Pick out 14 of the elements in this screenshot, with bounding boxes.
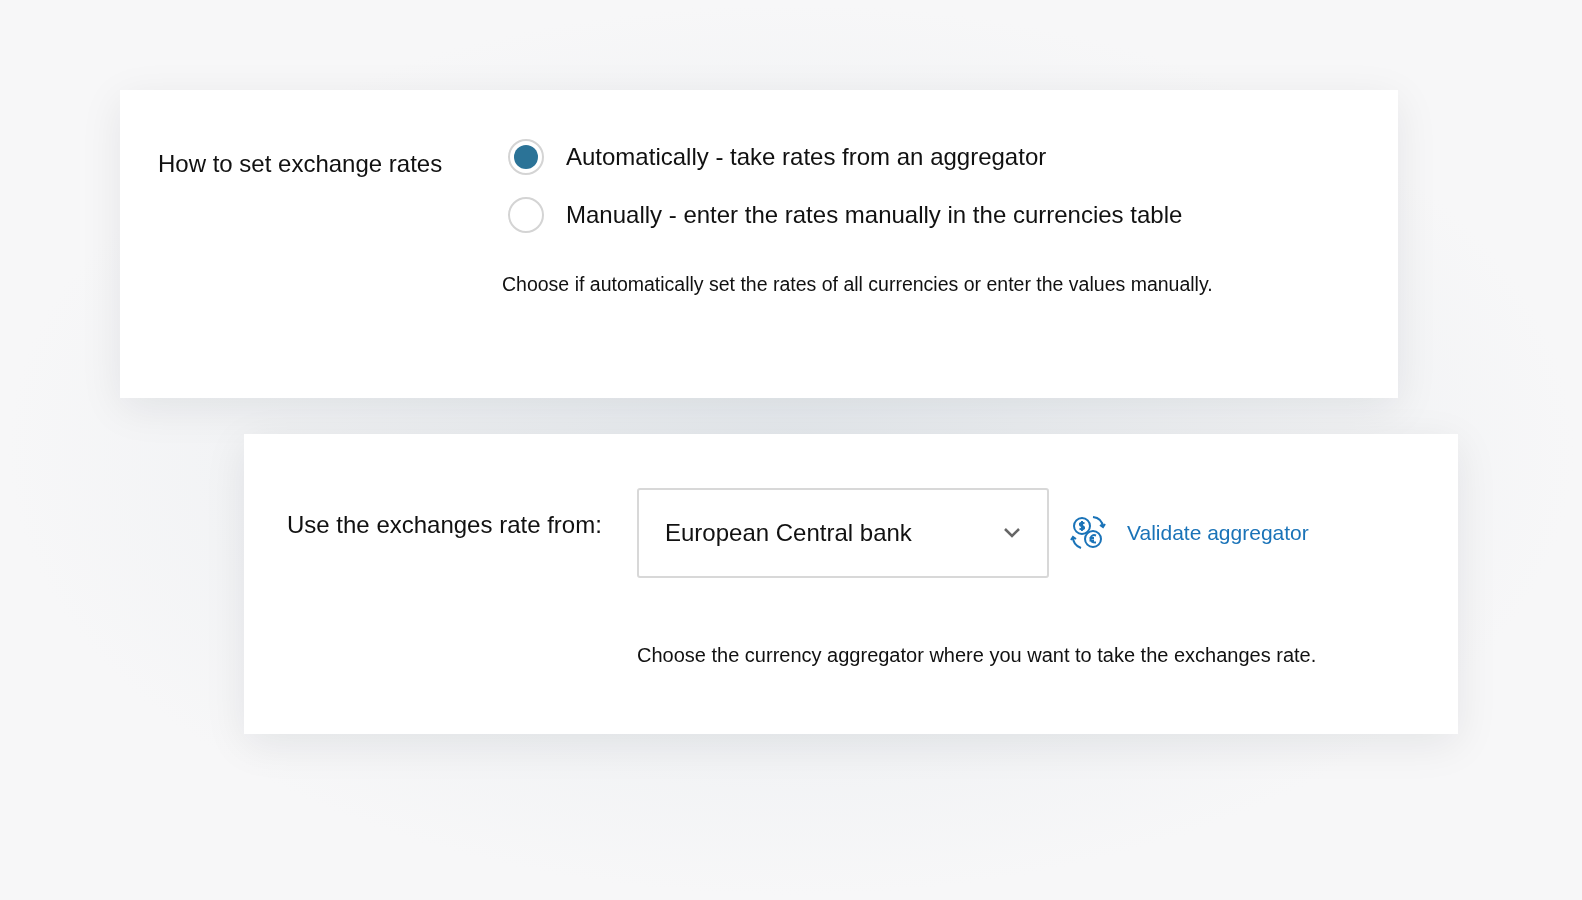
- radio-button[interactable]: [508, 197, 544, 233]
- chevron-down-icon: [1003, 527, 1021, 539]
- currency-exchange-icon: [1069, 514, 1107, 552]
- radio-button[interactable]: [508, 139, 544, 175]
- option-label: Automatically - take rates from an aggregator: [566, 143, 1047, 171]
- radio-option[interactable]: Automatically - take rates from an aggregator: [508, 139, 1213, 175]
- aggregator-dropdown[interactable]: European Central bank: [637, 488, 1049, 578]
- radio-option[interactable]: Manually - enter the rates manually in the currencies table: [508, 197, 1213, 233]
- option-label: Manually - enter the rates manually in the currencies table: [566, 201, 1183, 229]
- field-label: Use the exchanges rate from:: [287, 510, 603, 540]
- validate-aggregator-link[interactable]: Validate aggregator: [1127, 521, 1309, 545]
- help-text: Choose if automatically set the rates of all currencies or enter the values manually.: [502, 273, 1213, 296]
- field-label: How to set exchange rates: [158, 149, 444, 179]
- help-text: Choose the currency aggregator where you want to take the exchanges rate.: [637, 644, 1317, 667]
